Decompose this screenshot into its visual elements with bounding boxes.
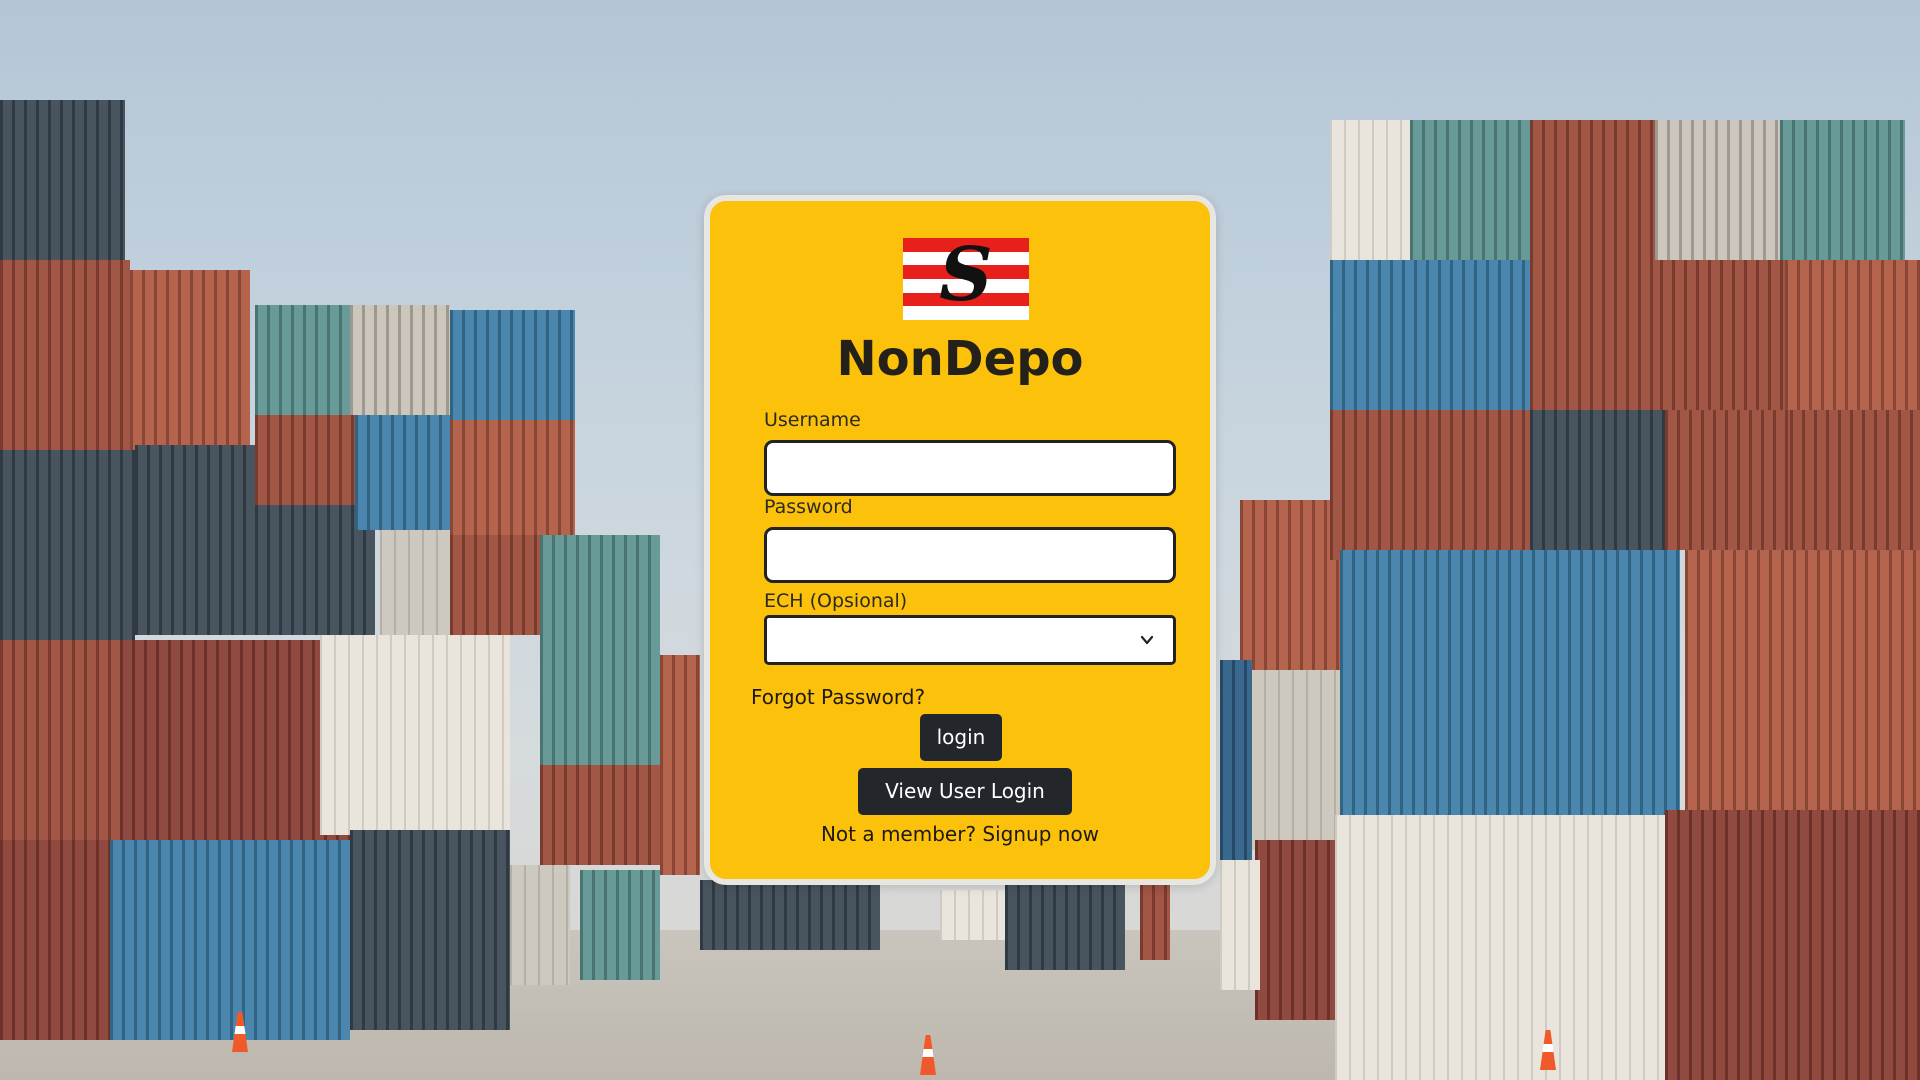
brand-logo: S [903,234,1029,320]
chevron-down-icon [1140,635,1154,645]
password-field[interactable] [764,527,1176,583]
not-member-text: Not a member? [820,822,977,846]
username-input[interactable] [767,443,1173,493]
ech-select[interactable] [764,615,1176,665]
signup-prompt: Not a member? Signup now [710,822,1210,846]
signup-link[interactable]: Signup now [982,822,1099,846]
login-button[interactable]: login [920,714,1002,761]
logo-letter: S [939,232,993,318]
login-card: S NonDepo Username Password ECH (Opsiona… [704,195,1216,885]
username-label: Username [764,409,861,431]
forgot-password-link[interactable]: Forgot Password? [751,685,925,709]
brand-title: NonDepo [836,331,1084,387]
username-field[interactable] [764,440,1176,496]
view-user-login-button[interactable]: View User Login [858,768,1072,815]
password-label: Password [764,496,853,518]
password-input[interactable] [767,530,1173,580]
ech-label: ECH (Opsional) [764,590,908,612]
